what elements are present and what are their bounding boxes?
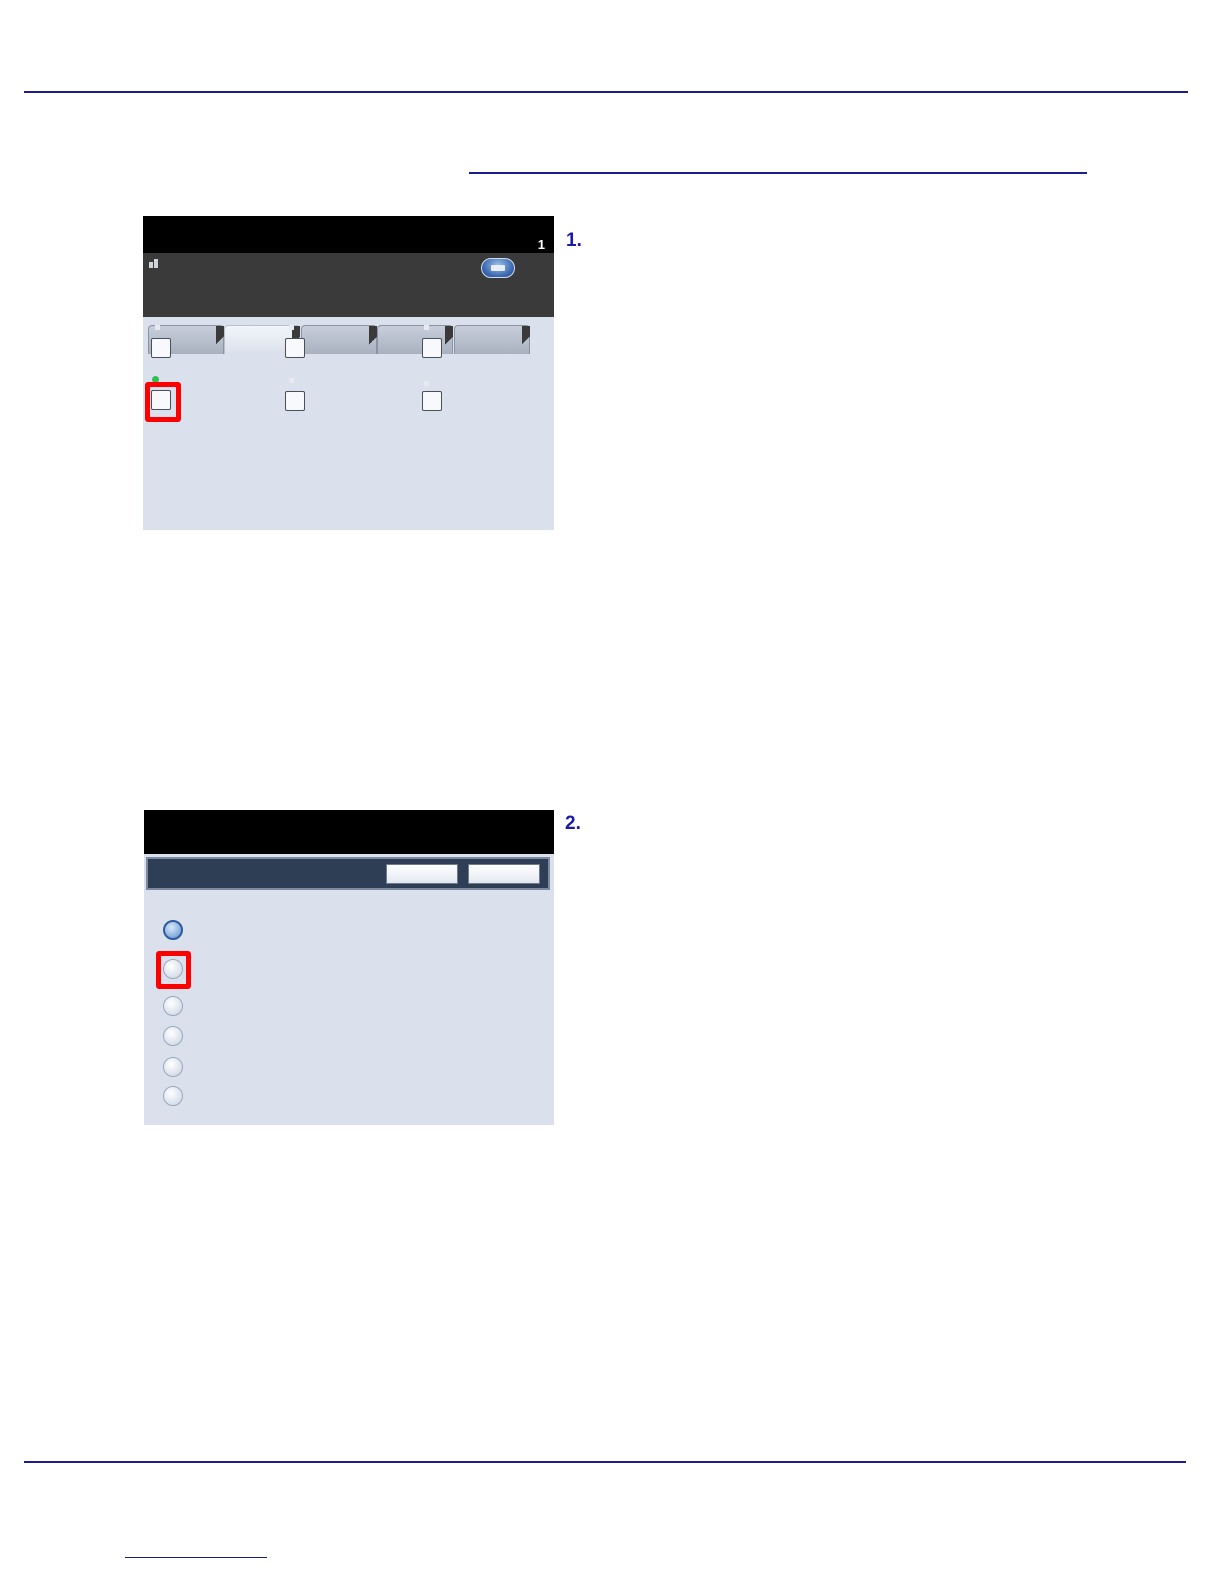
status-indicator xyxy=(289,325,294,330)
status-indicator xyxy=(424,381,429,386)
feature-checkbox[interactable] xyxy=(151,338,171,358)
header-rule xyxy=(24,91,1188,93)
touchscreen-main: 1 xyxy=(143,216,554,530)
option-radio[interactable] xyxy=(163,1057,183,1077)
feature-checkbox[interactable] xyxy=(422,391,442,411)
options-header-bar xyxy=(146,857,550,890)
device-icon xyxy=(491,265,505,271)
step-number-2: 2. xyxy=(565,813,581,834)
touchscreen-tab-bar xyxy=(143,253,554,355)
copy-count: 1 xyxy=(537,237,545,252)
option-radio[interactable] xyxy=(163,996,183,1016)
status-indicator xyxy=(424,325,429,330)
feature-checkbox[interactable] xyxy=(422,338,442,358)
footer-rule xyxy=(24,1461,1186,1463)
option-radio[interactable] xyxy=(163,1086,183,1106)
section-heading-rule xyxy=(469,172,1087,174)
status-indicator xyxy=(289,378,294,383)
service-icon xyxy=(149,259,158,268)
save-button[interactable] xyxy=(468,864,540,884)
highlight-box xyxy=(156,951,191,989)
step-number-1: 1. xyxy=(566,230,582,251)
status-indicator xyxy=(155,325,160,330)
feature-checkbox[interactable] xyxy=(285,391,305,411)
touchscreen-options xyxy=(144,810,554,1125)
device-status-button[interactable] xyxy=(481,258,515,278)
feature-checkbox[interactable] xyxy=(285,338,305,358)
highlight-box xyxy=(145,382,181,422)
tab-3[interactable] xyxy=(301,325,377,355)
footer-link-underline[interactable] xyxy=(125,1557,267,1558)
tab-5[interactable] xyxy=(454,325,530,355)
cancel-button[interactable] xyxy=(386,864,458,884)
touchscreen-title-bar: 1 xyxy=(143,216,554,253)
options-title-bar xyxy=(144,810,554,854)
option-radio[interactable] xyxy=(163,1026,183,1046)
option-radio-selected[interactable] xyxy=(163,920,183,940)
